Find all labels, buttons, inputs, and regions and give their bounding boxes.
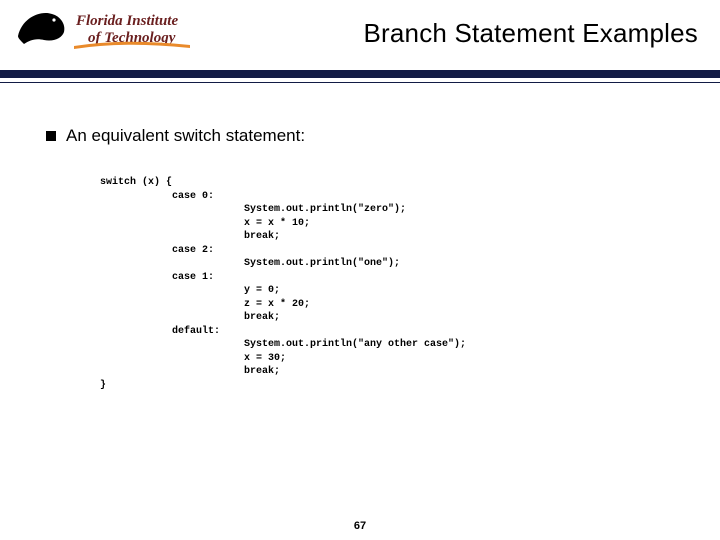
body: An equivalent switch statement: switch (… bbox=[0, 100, 720, 514]
slide-title: Branch Statement Examples bbox=[364, 18, 699, 49]
divider bbox=[0, 70, 720, 80]
logo-text-top: Florida Institute bbox=[75, 13, 178, 29]
code-block: switch (x) { case 0: System.out.println(… bbox=[100, 176, 674, 392]
square-bullet-icon bbox=[46, 131, 56, 141]
logo: Florida Institute of Technology bbox=[14, 4, 194, 52]
slide: Florida Institute of Technology Branch S… bbox=[0, 0, 720, 540]
page-number: 67 bbox=[0, 520, 720, 532]
bullet-text: An equivalent switch statement: bbox=[66, 126, 305, 146]
bullet-item: An equivalent switch statement: bbox=[46, 126, 674, 146]
header: Florida Institute of Technology Branch S… bbox=[0, 0, 720, 64]
